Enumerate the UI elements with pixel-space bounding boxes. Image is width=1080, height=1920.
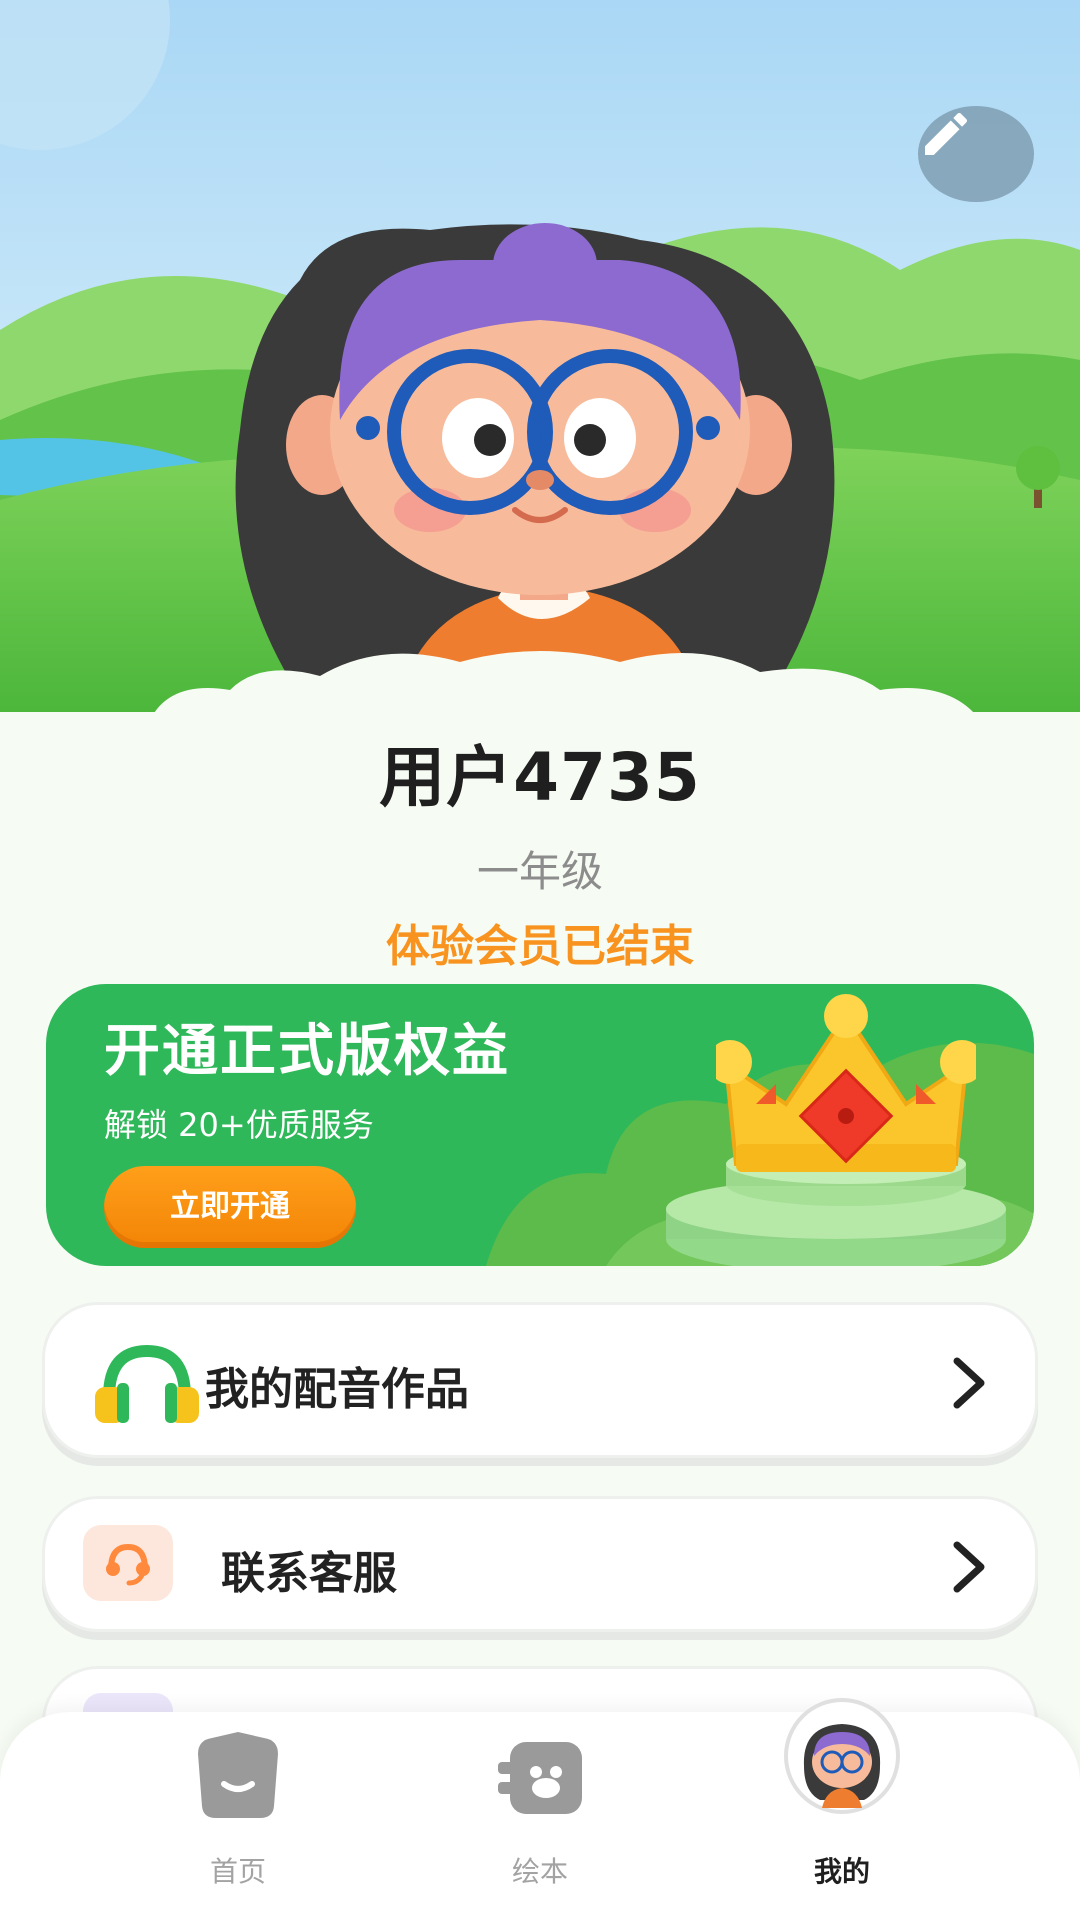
tab-label: 首页 xyxy=(209,1855,266,1888)
profile-screen: 用户4735 一年级 体验会员已结束 开通正式版权益 解锁 20+优质服务 立即… xyxy=(0,0,1080,1920)
activate-now-button[interactable]: 立即开通 xyxy=(104,1166,356,1248)
headset-icon xyxy=(106,1543,150,1586)
grade-label: 一年级 xyxy=(476,847,603,896)
tab-label: 我的 xyxy=(813,1855,870,1888)
support-icon-tile xyxy=(83,1525,173,1601)
chevron-right-icon xyxy=(953,1541,985,1593)
pencil-icon xyxy=(925,112,968,155)
menu-item-label: 联系客服 xyxy=(221,1548,397,1599)
menu-item-label: 我的配音作品 xyxy=(205,1364,469,1415)
membership-status: 体验会员已结束 xyxy=(386,921,694,972)
headphones-icon xyxy=(95,1344,199,1423)
banner-subtitle: 解锁 20+优质服务 xyxy=(104,1106,374,1144)
crown-icon xyxy=(716,994,976,1172)
username: 用户4735 xyxy=(379,739,701,816)
edit-profile-button[interactable] xyxy=(918,106,1034,202)
picture-book-icon xyxy=(498,1742,582,1814)
menu-item-my-dubbing-works[interactable]: 我的配音作品 xyxy=(42,1302,1038,1458)
chevron-right-icon xyxy=(953,1357,985,1409)
avatar-icon xyxy=(784,1698,900,1814)
banner-title: 开通正式版权益 xyxy=(104,1019,510,1084)
tab-home[interactable]: 首页 xyxy=(138,1730,338,1900)
profile-hero xyxy=(0,0,1080,720)
tab-label: 绘本 xyxy=(511,1855,568,1888)
tab-picture-books[interactable]: 绘本 xyxy=(440,1730,640,1900)
tab-mine[interactable]: 我的 xyxy=(742,1698,942,1900)
home-icon xyxy=(198,1732,278,1818)
upgrade-banner[interactable]: 开通正式版权益 解锁 20+优质服务 立即开通 xyxy=(46,984,1034,1266)
avatar-illustration xyxy=(235,223,835,700)
menu-item-contact-support[interactable]: 联系客服 xyxy=(42,1496,1038,1632)
